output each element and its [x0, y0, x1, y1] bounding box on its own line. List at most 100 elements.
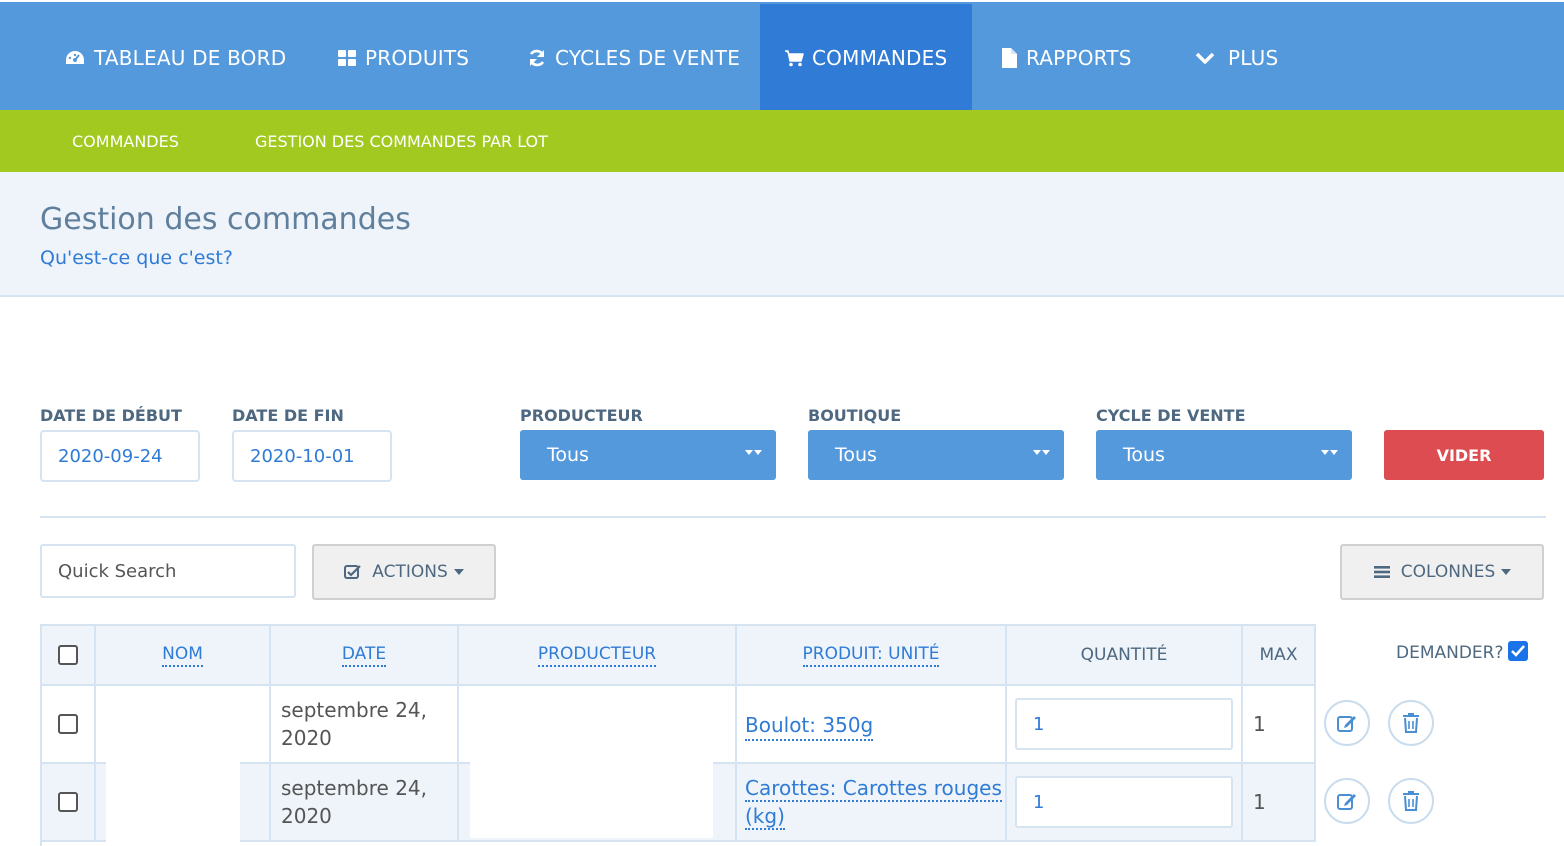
quantity-input[interactable]: 1 — [1015, 698, 1233, 750]
end-date-input[interactable]: 2020-10-01 — [232, 430, 392, 482]
nav-dashboard[interactable]: TABLEAU DE BORD — [64, 4, 286, 112]
product-link[interactable]: (kg) — [745, 804, 785, 830]
date-cell: septembre 24, 2020 — [271, 764, 459, 840]
shop-select-value: Tous — [835, 444, 877, 466]
quick-search-input[interactable]: Quick Search — [40, 544, 296, 598]
name-cell — [96, 686, 271, 762]
nav-label: TABLEAU DE BORD — [94, 46, 287, 70]
shop-select[interactable]: Tous — [808, 430, 1064, 480]
start-date-label: DATE DE DÉBUT — [40, 406, 182, 425]
nav-more[interactable]: PLUS — [1194, 4, 1278, 112]
quantity-cell: 1 — [1007, 686, 1243, 762]
header-name-label: NOM — [162, 644, 203, 667]
sub-navigation: COMMANDES GESTION DES COMMANDES PAR LOT — [0, 110, 1564, 181]
date-line: 2020 — [281, 804, 332, 828]
trash-icon — [1403, 713, 1419, 733]
select-all-cell — [42, 626, 96, 684]
divider — [40, 516, 1546, 518]
redacted-area — [470, 704, 713, 838]
header-max-label: MAX — [1259, 645, 1298, 665]
row-checkbox[interactable] — [58, 714, 78, 734]
header-producer[interactable]: PRODUCTEUR — [459, 626, 737, 684]
header-max: MAX — [1243, 626, 1316, 684]
row-checkbox[interactable] — [58, 792, 78, 812]
double-caret-icon — [745, 450, 762, 455]
sales-cycle-label: CYCLE DE VENTE — [1096, 406, 1246, 425]
product-link[interactable]: Carottes: Carottes rouges — [745, 776, 1002, 802]
header-quantity: QUANTITÉ — [1007, 626, 1243, 684]
double-caret-icon — [1321, 450, 1338, 455]
double-caret-icon — [1033, 450, 1050, 455]
header-date[interactable]: DATE — [271, 626, 459, 684]
nav-label: PRODUITS — [365, 46, 470, 70]
producer-label: PRODUCTEUR — [520, 406, 643, 425]
max-cell: 1 — [1243, 686, 1316, 762]
nav-label: RAPPORTS — [1026, 46, 1132, 70]
nav-orders[interactable]: COMMANDES — [760, 4, 972, 112]
sales-cycle-select[interactable]: Tous — [1096, 430, 1352, 480]
subnav-orders[interactable]: COMMANDES — [72, 110, 179, 172]
nav-label: PLUS — [1228, 46, 1279, 70]
page-header: Gestion des commandes Qu'est-ce que c'es… — [0, 172, 1564, 297]
delete-button[interactable] — [1388, 778, 1434, 824]
edit-button[interactable] — [1324, 700, 1370, 746]
subnav-label: COMMANDES — [72, 131, 179, 151]
start-date-input[interactable]: 2020-09-24 — [40, 430, 200, 482]
end-date-label: DATE DE FIN — [232, 406, 344, 425]
quantity-cell: 1 — [1007, 764, 1243, 840]
row-select-cell — [42, 764, 96, 840]
actions-label: ACTIONS — [372, 562, 448, 582]
quantity-input[interactable]: 1 — [1015, 776, 1233, 828]
help-link[interactable]: Qu'est-ce que c'est? — [40, 247, 233, 269]
edit-icon — [1337, 716, 1356, 732]
main-navigation: TABLEAU DE BORD PRODUITS CYCLES DE VENTE… — [0, 0, 1564, 112]
producer-select-value: Tous — [547, 444, 589, 466]
trash-icon — [1403, 791, 1419, 811]
columns-label: COLONNES — [1400, 562, 1496, 582]
page-title: Gestion des commandes — [40, 202, 411, 237]
orders-table: NOM DATE PRODUCTEUR PRODUIT: UNITÉ QUANT… — [40, 624, 1316, 846]
header-name[interactable]: NOM — [96, 626, 271, 684]
select-all-checkbox[interactable] — [58, 645, 78, 665]
row-select-cell — [42, 686, 96, 762]
columns-button[interactable]: COLONNES — [1340, 544, 1544, 600]
header-producer-label: PRODUCTEUR — [537, 644, 657, 667]
subnav-label: GESTION DES COMMANDES PAR LOT — [255, 131, 548, 151]
caret-down-icon — [1501, 569, 1512, 575]
caret-down-icon — [453, 569, 464, 575]
product-cell: Boulot: 350g — [737, 686, 1007, 762]
edit-button[interactable] — [1324, 778, 1370, 824]
nav-reports[interactable]: RAPPORTS — [1000, 4, 1132, 112]
date-line: septembre 24, — [281, 776, 427, 800]
subnav-batch-orders[interactable]: GESTION DES COMMANDES PAR LOT — [255, 110, 548, 172]
request-all-checkbox[interactable] — [1508, 641, 1528, 661]
nav-sales-cycles[interactable]: CYCLES DE VENTE — [527, 4, 740, 112]
nav-label: COMMANDES — [812, 46, 948, 70]
date-cell: septembre 24, 2020 — [271, 686, 459, 762]
date-line: septembre 24, — [281, 698, 427, 722]
clear-filters-button[interactable]: VIDER — [1384, 430, 1544, 480]
product-link[interactable]: Boulot: 350g — [745, 711, 874, 741]
producer-select[interactable]: Tous — [520, 430, 776, 480]
list-icon — [1373, 566, 1390, 578]
header-date-label: DATE — [341, 644, 387, 667]
actions-button[interactable]: ACTIONS — [312, 544, 496, 600]
file-icon — [1002, 48, 1017, 68]
table-header-row: NOM DATE PRODUCTEUR PRODUIT: UNITÉ QUANT… — [42, 624, 1316, 686]
delete-button[interactable] — [1388, 700, 1434, 746]
header-product[interactable]: PRODUIT: UNITÉ — [737, 626, 1007, 684]
sales-cycle-select-value: Tous — [1123, 444, 1165, 466]
product-cell: Carottes: Carottes rouges (kg) — [737, 764, 1007, 840]
edit-icon — [1337, 794, 1356, 810]
nav-products[interactable]: PRODUITS — [337, 4, 469, 112]
cart-icon — [785, 50, 804, 67]
date-line: 2020 — [281, 726, 332, 750]
shop-label: BOUTIQUE — [808, 406, 902, 425]
chevron-down-icon — [1195, 52, 1215, 64]
max-value: 1 — [1253, 790, 1266, 814]
checkbox-icon — [344, 565, 362, 579]
dashboard-icon — [66, 51, 84, 64]
max-cell: 1 — [1243, 764, 1316, 840]
max-value: 1 — [1253, 712, 1266, 736]
request-column-header: DEMANDER? — [1396, 643, 1504, 663]
